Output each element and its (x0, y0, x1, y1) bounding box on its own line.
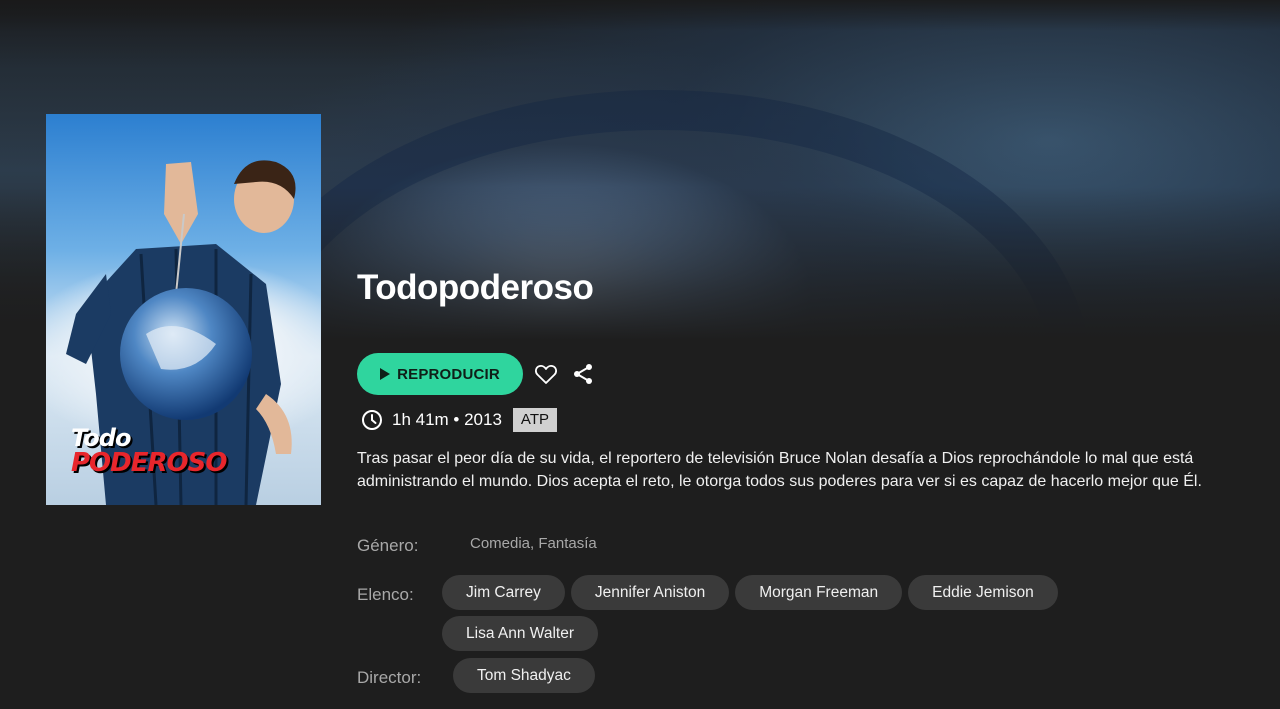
duration-year: 1h 41m • 2013 (392, 410, 502, 429)
movie-poster: Todo PODEROSO (46, 114, 321, 505)
cast-label: Elenco: (357, 585, 414, 604)
cast-chip[interactable]: Jennifer Aniston (570, 575, 730, 610)
poster-title: Todo PODEROSO (71, 424, 227, 478)
rating-badge: ATP (512, 408, 557, 432)
director-chip[interactable]: Tom Shadyac (453, 658, 595, 693)
director-label: Director: (357, 668, 422, 687)
cast-chip[interactable]: Eddie Jemison (908, 575, 1058, 610)
favorite-button[interactable] (533, 361, 559, 387)
play-button[interactable]: REPRODUCIR (357, 353, 523, 395)
share-icon (574, 364, 592, 384)
cast-chip[interactable]: Morgan Freeman (735, 575, 903, 610)
genre-label: Género: (357, 536, 419, 555)
poster-title-line1: Todo (71, 424, 131, 452)
cast-list: Jim Carrey Jennifer Aniston Morgan Freem… (442, 575, 1102, 651)
genre-list: Comedia, Fantasía (470, 535, 597, 552)
play-icon (380, 368, 391, 380)
cast-chip[interactable]: Jim Carrey (442, 575, 565, 610)
movie-description: Tras pasar el peor día de su vida, el re… (357, 450, 1202, 490)
action-bar: REPRODUCIR (357, 353, 596, 395)
play-button-label: REPRODUCIR (397, 365, 500, 383)
movie-meta: 1h 41m • 2013 ATP (361, 408, 557, 432)
heart-icon (535, 365, 557, 384)
share-button[interactable] (570, 361, 596, 387)
poster-title-line2: PODEROSO (71, 448, 227, 478)
cast-chip[interactable]: Lisa Ann Walter (442, 616, 598, 651)
director-list: Tom Shadyac (453, 658, 595, 693)
movie-title: Todopoderoso (357, 268, 594, 307)
clock-icon (362, 410, 382, 430)
